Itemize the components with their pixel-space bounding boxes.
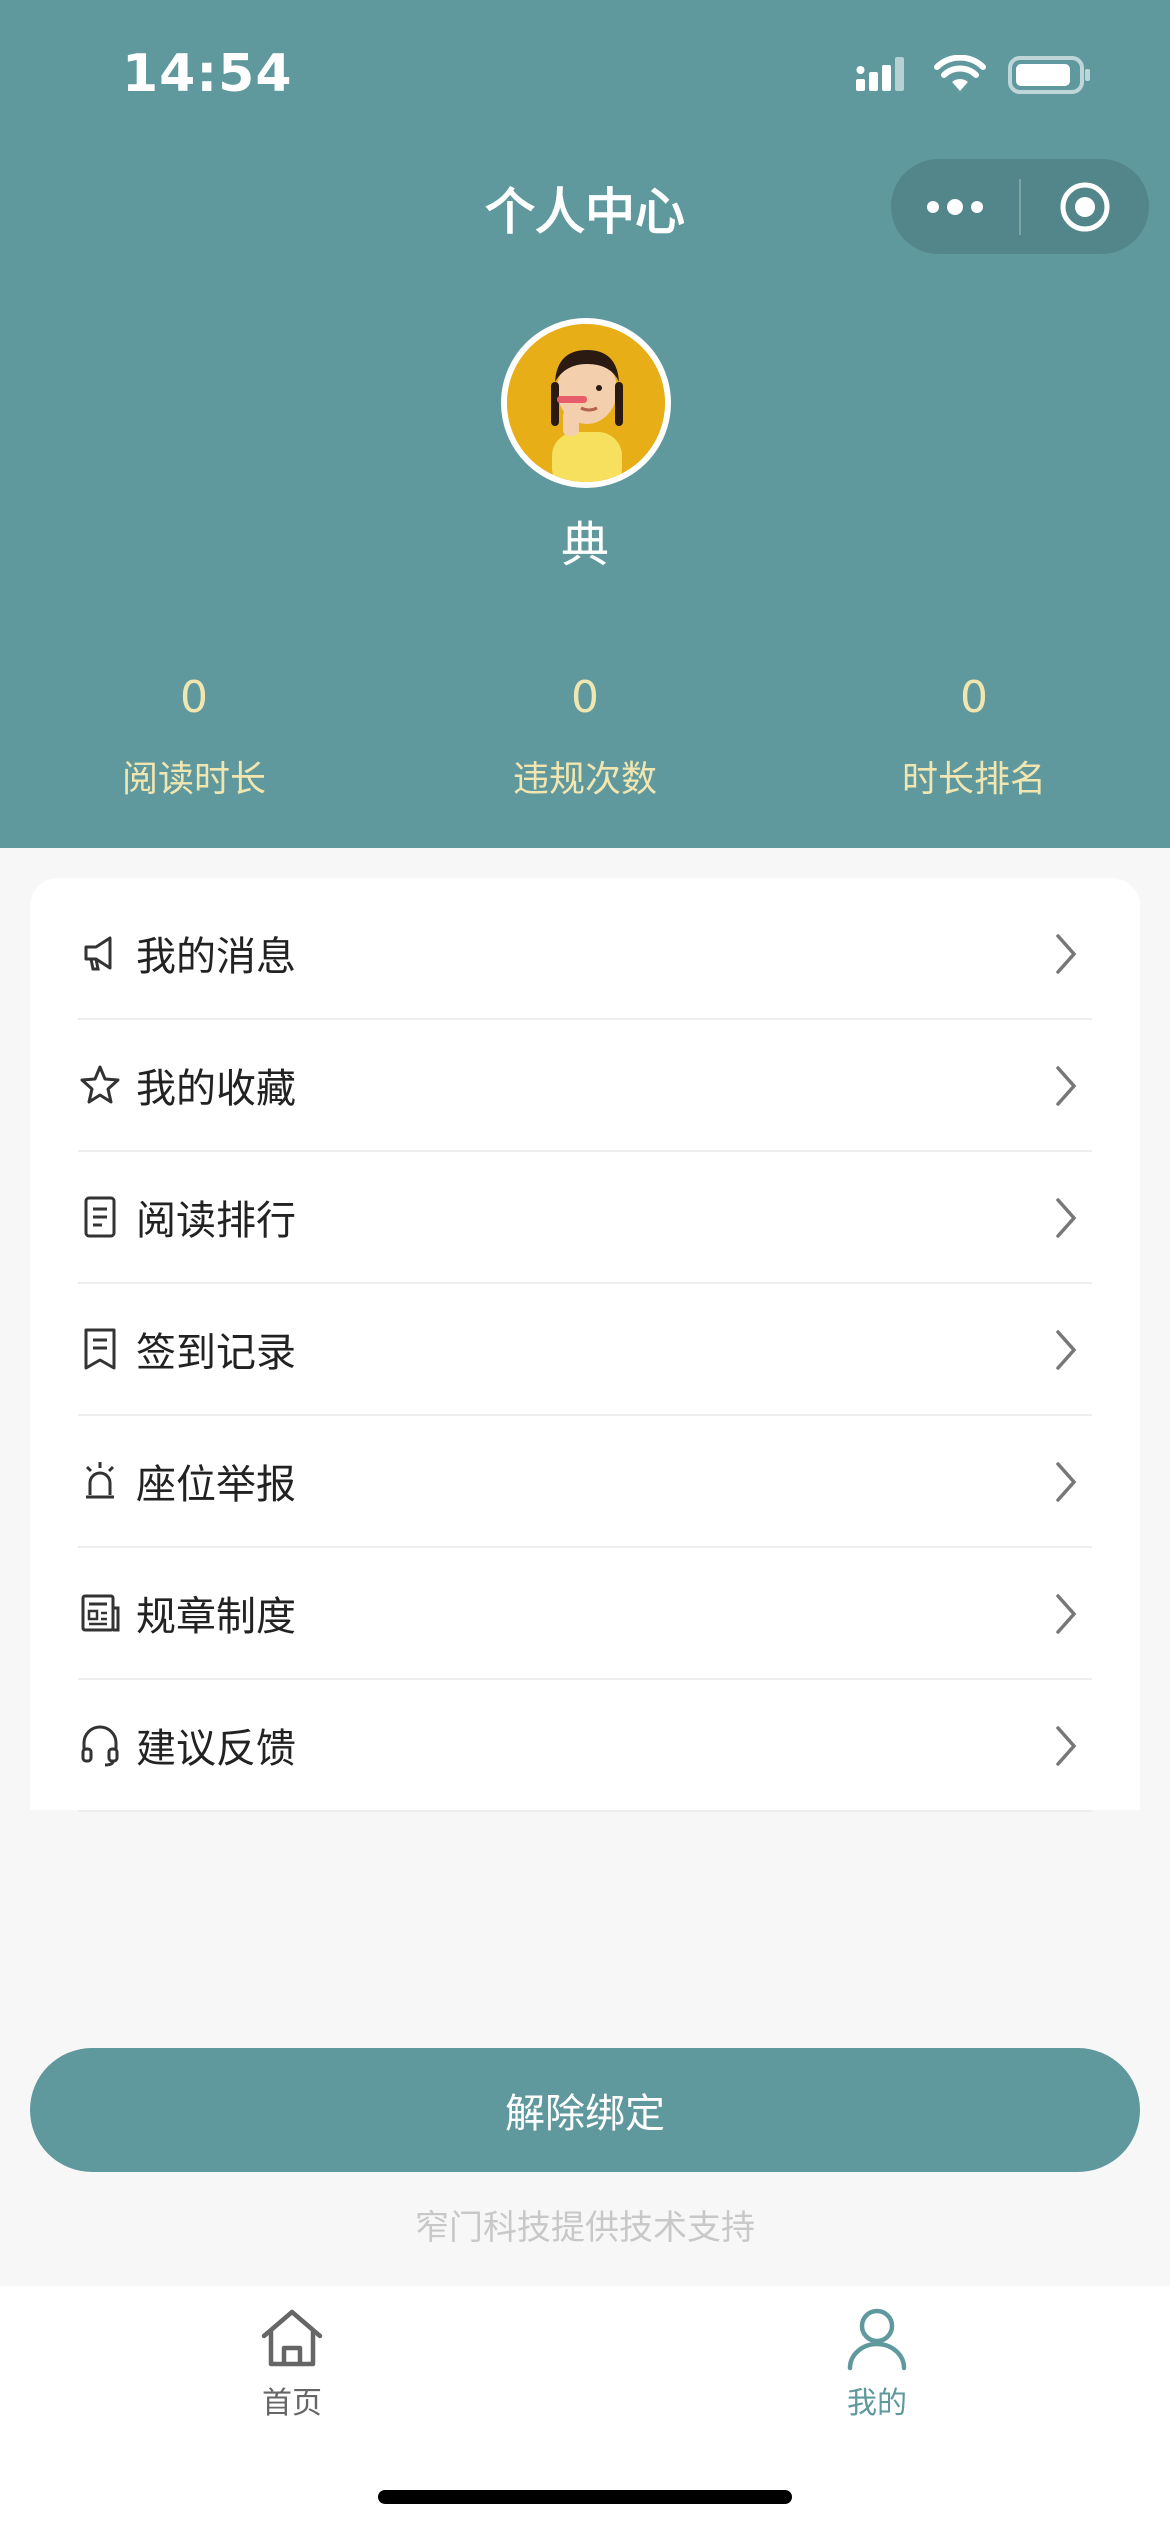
- home-indicator: [378, 2490, 792, 2504]
- menu-item-label: 阅读排行: [136, 1198, 296, 1244]
- stat-label: 阅读时长: [121, 759, 266, 800]
- newspaper-icon: [78, 1591, 122, 1635]
- menu-item-checkin-records[interactable]: 签到记录: [78, 1284, 1092, 1416]
- stat-value: 0: [571, 672, 599, 723]
- chevron-right-icon: [1056, 934, 1077, 974]
- unbind-button[interactable]: 解除绑定: [30, 2048, 1140, 2172]
- chevron-right-icon: [1056, 1594, 1077, 1634]
- tab-home[interactable]: 首页: [142, 2304, 442, 2422]
- stat-value: 0: [960, 672, 988, 723]
- menu-item-feedback[interactable]: 建议反馈: [78, 1680, 1092, 1812]
- megaphone-icon: [78, 931, 122, 975]
- close-miniprogram-button[interactable]: [1021, 159, 1149, 254]
- chevron-right-icon: [1056, 1330, 1077, 1370]
- menu-item-reading-rank[interactable]: 阅读排行: [78, 1152, 1092, 1284]
- status-icons: [856, 52, 1092, 102]
- menu-card: 我的消息 我的收藏 阅读排行 签到记录 座位举报 规章制度 建议反馈: [30, 878, 1140, 1812]
- battery-icon: [1008, 55, 1092, 99]
- menu-item-label: 我的消息: [136, 934, 296, 980]
- chevron-right-icon: [1056, 1726, 1077, 1766]
- miniprogram-capsule: [891, 159, 1149, 254]
- stat-label: 时长排名: [901, 759, 1046, 800]
- status-bar: 14:54: [0, 0, 1170, 150]
- menu-item-favorites[interactable]: 我的收藏: [78, 1020, 1092, 1152]
- username: 典: [560, 517, 609, 573]
- profile-header: 14:54 个人中心 典 0 阅读时长 0 违规次数 0 时长排名: [0, 0, 1170, 848]
- wifi-icon: [934, 54, 986, 99]
- signal-icon: [856, 55, 912, 99]
- document-icon: [78, 1195, 122, 1239]
- headset-icon: [78, 1723, 122, 1767]
- menu-item-regulations[interactable]: 规章制度: [78, 1548, 1092, 1680]
- menu-item-label: 我的收藏: [136, 1066, 296, 1112]
- stat-reading-time: 0 阅读时长: [44, 668, 344, 802]
- tab-bar: 首页 我的: [0, 2286, 1170, 2532]
- status-time: 14:54: [122, 44, 293, 104]
- tab-label: 我的: [847, 2386, 907, 2421]
- stat-label: 违规次数: [512, 759, 657, 800]
- stat-violations: 0 违规次数: [435, 668, 735, 802]
- support-text: 窄门科技提供技术支持: [415, 2208, 755, 2248]
- more-button[interactable]: [891, 159, 1019, 254]
- target-icon: [1060, 182, 1110, 231]
- more-dots-icon: [927, 198, 983, 215]
- home-icon: [261, 2309, 323, 2367]
- user-icon: [847, 2308, 907, 2371]
- tab-mine[interactable]: 我的: [727, 2304, 1027, 2422]
- tab-label: 首页: [262, 2386, 322, 2421]
- avatar[interactable]: [501, 318, 671, 488]
- star-icon: [78, 1063, 122, 1107]
- chevron-right-icon: [1056, 1462, 1077, 1502]
- stat-time-rank: 0 时长排名: [824, 668, 1124, 802]
- menu-item-label: 建议反馈: [136, 1726, 296, 1772]
- menu-item-label: 签到记录: [136, 1330, 296, 1376]
- menu-item-label: 座位举报: [136, 1462, 296, 1508]
- avatar-photo: [507, 324, 665, 482]
- chevron-right-icon: [1056, 1066, 1077, 1106]
- stat-value: 0: [180, 672, 208, 723]
- record-icon: [78, 1327, 122, 1371]
- menu-item-label: 规章制度: [136, 1594, 296, 1640]
- alarm-icon: [78, 1459, 122, 1503]
- menu-item-messages[interactable]: 我的消息: [78, 888, 1092, 1020]
- menu-item-seat-report[interactable]: 座位举报: [78, 1416, 1092, 1548]
- chevron-right-icon: [1056, 1198, 1077, 1238]
